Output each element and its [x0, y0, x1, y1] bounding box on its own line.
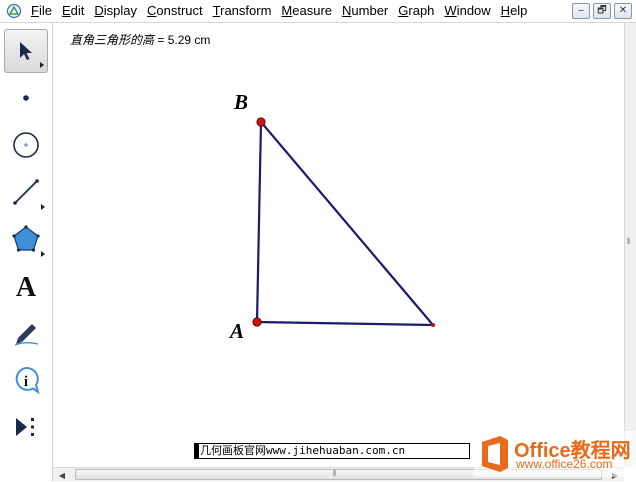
text-a-icon: A — [16, 272, 37, 301]
office-brand-url: www.office26.com — [516, 457, 613, 471]
straightedge-tool[interactable] — [4, 170, 48, 214]
toolbox: A i — [0, 23, 53, 481]
measurement-unit: cm — [194, 33, 211, 47]
marker-tool[interactable] — [4, 311, 48, 355]
segment-bc[interactable] — [260, 121, 434, 326]
scroll-grip-icon: ⦀ — [333, 469, 337, 478]
more-tools-indicator-icon — [41, 251, 45, 257]
compass-circle-icon — [13, 132, 39, 158]
more-tools-indicator-icon — [40, 62, 44, 68]
segment-ab[interactable] — [255, 121, 263, 323]
point-c[interactable] — [431, 323, 435, 327]
measurement-name: 直角三角形的高 — [70, 33, 155, 47]
height-measurement[interactable]: 直角三角形的高 = 5.29 cm — [70, 31, 210, 48]
arrow-select-tool[interactable] — [4, 29, 48, 73]
menu-display[interactable]: Display — [89, 0, 142, 22]
office-watermark: Office教程网 www.office26.com — [474, 431, 636, 477]
menu-edit[interactable]: Edit — [57, 0, 89, 22]
info-bubble-icon: i — [15, 366, 40, 395]
point-icon — [23, 95, 29, 101]
restore-button[interactable]: 🗗 — [593, 3, 611, 19]
window-controls: – 🗗 ✕ — [572, 3, 632, 19]
scroll-grip-icon: ⦀ — [627, 237, 631, 246]
menu-file[interactable]: File — [26, 0, 57, 22]
marker-pen-icon — [14, 324, 39, 346]
sketchpad-app-icon[interactable] — [6, 3, 22, 19]
more-tools-indicator-icon — [41, 204, 45, 210]
close-button[interactable]: ✕ — [614, 3, 632, 19]
svg-text:A: A — [16, 272, 37, 301]
menu-bar: File Edit Display Construct Transform Me… — [0, 0, 636, 23]
point-b[interactable] — [256, 117, 266, 127]
text-tool[interactable]: A — [4, 264, 48, 308]
pentagon-icon — [12, 225, 40, 252]
compass-tool[interactable] — [4, 123, 48, 167]
segment-ac[interactable] — [256, 320, 434, 327]
sketch-canvas[interactable] — [53, 23, 624, 467]
svg-text:i: i — [24, 374, 28, 390]
sketch-drawing — [252, 117, 435, 327]
polygon-tool[interactable] — [4, 217, 48, 261]
measurement-value: 5.29 — [167, 33, 192, 47]
information-tool[interactable]: i — [4, 358, 48, 402]
custom-tool[interactable] — [4, 405, 48, 449]
menu-window[interactable]: Window — [439, 0, 495, 22]
minimize-button[interactable]: – — [572, 3, 590, 19]
point-a[interactable] — [252, 317, 262, 327]
measurement-equals: = — [154, 33, 168, 47]
point-a-label[interactable]: A — [230, 319, 244, 344]
arrow-pointer-icon — [20, 42, 32, 60]
point-b-label[interactable]: B — [234, 90, 248, 115]
menu-help[interactable]: Help — [496, 0, 533, 22]
point-tool[interactable] — [4, 76, 48, 120]
segment-icon — [13, 179, 39, 205]
menu-measure[interactable]: Measure — [276, 0, 337, 22]
vertical-scrollbar[interactable]: ⦀ — [624, 23, 636, 467]
menu-transform[interactable]: Transform — [208, 0, 277, 22]
menu-construct[interactable]: Construct — [142, 0, 208, 22]
site-watermark: 几何画板官网www.jihehuaban.com.cn — [194, 443, 470, 459]
menu-number[interactable]: Number — [337, 0, 393, 22]
menu-graph[interactable]: Graph — [393, 0, 439, 22]
custom-tools-icon — [16, 418, 34, 436]
office-logo-icon — [482, 436, 508, 472]
scroll-left-arrow-icon[interactable]: ◀ — [56, 468, 68, 482]
